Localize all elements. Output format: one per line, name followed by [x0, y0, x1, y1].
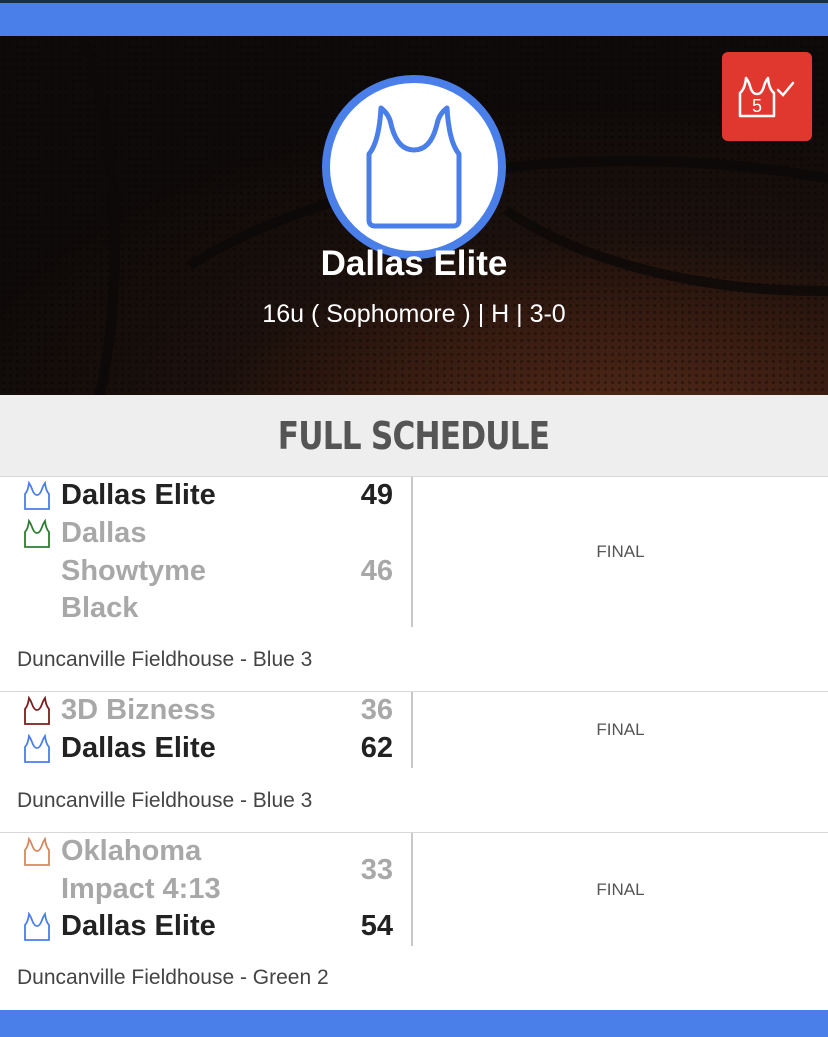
- team-subtitle: 16u ( Sophomore ) | H | 3-0: [262, 300, 566, 328]
- team-score: 33: [360, 854, 393, 886]
- team-row: Oklahoma Impact 4:13 33: [0, 833, 411, 908]
- jersey-icon: [24, 696, 50, 725]
- game-venue: Duncanville Fieldhouse - Blue 3: [17, 648, 313, 671]
- team-name: Dallas Showtyme Black: [61, 517, 207, 624]
- top-accent-bar: [0, 0, 828, 36]
- team-header: 5 Dallas Elite 16u ( Sophomore ) | H | 3…: [0, 36, 828, 395]
- team-row: Dallas Showtyme Black 46: [0, 515, 411, 627]
- team-score: 36: [360, 694, 393, 726]
- team-row: Dallas Elite 62: [0, 730, 411, 768]
- game-teams: 3D Bizness 36 Dallas Elite 62: [0, 692, 413, 768]
- ball-seam: [0, 36, 120, 395]
- game-venue: Duncanville Fieldhouse - Blue 3: [17, 789, 313, 812]
- game-teams: Oklahoma Impact 4:13 33 Dallas Elite 54: [0, 833, 413, 946]
- team-row: Dallas Elite 54: [0, 908, 411, 946]
- jersey-icon: [24, 734, 50, 763]
- team-score: 62: [360, 732, 393, 764]
- jersey-icon: [24, 519, 50, 548]
- team-name: Oklahoma Impact 4:13: [61, 835, 221, 905]
- badge-number: 5: [752, 96, 762, 116]
- jersey-icon: [24, 837, 50, 866]
- bottom-accent-bar: [0, 1010, 828, 1037]
- section-header: FULL SCHEDULE: [0, 395, 828, 477]
- jersey-check-icon: 5: [738, 76, 795, 117]
- game-teams: Dallas Elite 49 Dallas Showtyme Black 46: [0, 477, 413, 627]
- team-score: 54: [360, 910, 393, 942]
- game-status: FINAL: [596, 880, 645, 899]
- game-card[interactable]: Dallas Elite 49 Dallas Showtyme Black 46…: [0, 477, 828, 692]
- team-logo: [322, 75, 506, 259]
- player-count-badge[interactable]: 5: [722, 52, 812, 141]
- game-status: FINAL: [596, 720, 645, 739]
- jersey-icon: [24, 912, 50, 941]
- team-name: Dallas Elite: [61, 479, 216, 511]
- game-status: FINAL: [596, 542, 645, 561]
- game-venue: Duncanville Fieldhouse - Green 2: [17, 966, 329, 989]
- team-name: Dallas Elite: [61, 910, 216, 942]
- game-card[interactable]: Oklahoma Impact 4:13 33 Dallas Elite 54 …: [0, 833, 828, 1010]
- jersey-icon: [24, 481, 50, 510]
- team-name: Dallas Elite: [320, 244, 508, 283]
- jersey-icon: [366, 105, 462, 229]
- team-score: 46: [360, 555, 393, 587]
- team-score: 49: [360, 479, 393, 511]
- game-card[interactable]: 3D Bizness 36 Dallas Elite 62 FINAL Dunc…: [0, 692, 828, 833]
- team-row: Dallas Elite 49: [0, 477, 411, 515]
- team-row: 3D Bizness 36: [0, 692, 411, 730]
- schedule-heading: FULL SCHEDULE: [278, 413, 550, 458]
- team-name: Dallas Elite: [61, 732, 216, 764]
- team-name: 3D Bizness: [61, 694, 216, 726]
